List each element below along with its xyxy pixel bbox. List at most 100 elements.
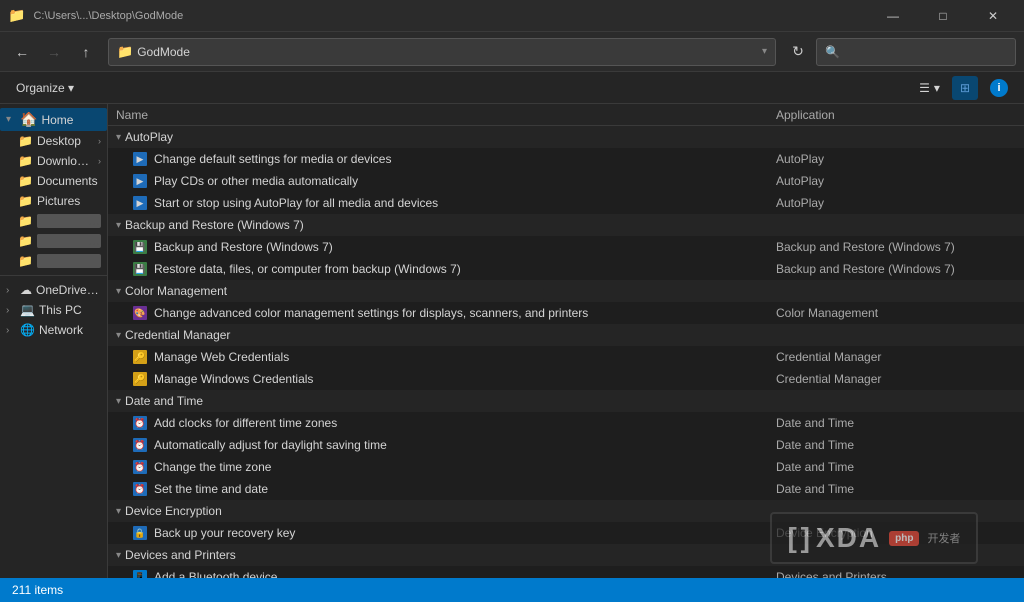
address-text: GodMode	[137, 45, 762, 59]
list-item[interactable]: 🔑 Manage Web Credentials Credential Mana…	[108, 346, 1024, 368]
organize-button[interactable]: Organize ▾	[8, 76, 82, 100]
sidebar-item-thispc[interactable]: › 💻 This PC	[0, 300, 107, 320]
list-item[interactable]: 💾 Restore data, files, or computer from …	[108, 258, 1024, 280]
expand-icon: ›	[6, 305, 16, 316]
section-backup[interactable]: ▾ Backup and Restore (Windows 7)	[108, 214, 1024, 236]
sidebar-item-blurred1[interactable]: 📁 ████████	[0, 211, 107, 231]
layout-button[interactable]: ⊞	[952, 76, 978, 100]
main-layout: ▾ 🏠 Home 📁 Desktop › 📁 Downloads › 📁 Doc…	[0, 104, 1024, 578]
item-icon: 🎨	[132, 305, 148, 321]
refresh-button[interactable]: ↻	[784, 38, 812, 66]
app-column-header[interactable]: Application	[776, 108, 1016, 122]
forward-button[interactable]: →	[40, 38, 68, 66]
list-item[interactable]: 💾 Backup and Restore (Windows 7) Backup …	[108, 236, 1024, 258]
sidebar-item-blurred3[interactable]: 📁 ████	[0, 251, 107, 271]
section-chevron-deviceenc: ▾	[116, 506, 121, 517]
autoplay-icon: ▶	[133, 174, 147, 188]
section-datetime[interactable]: ▾ Date and Time	[108, 390, 1024, 412]
section-deviceenc[interactable]: ▾ Device Encryption	[108, 500, 1024, 522]
blurred-label-3: ████	[37, 254, 101, 268]
credential-icon: 🔑	[133, 372, 147, 386]
pc-icon: 💻	[20, 303, 35, 317]
cloud-icon: ☁	[20, 283, 32, 297]
address-bar[interactable]: 📁 GodMode ▾	[108, 38, 776, 66]
section-chevron-autoplay: ▾	[116, 132, 121, 143]
section-chevron-backup: ▾	[116, 220, 121, 231]
blurred-label-1: ████████	[37, 214, 101, 228]
name-column-header[interactable]: Name	[116, 108, 776, 122]
sidebar-item-home[interactable]: ▾ 🏠 Home	[0, 108, 107, 131]
datetime-icon: ⏰	[133, 460, 147, 474]
layout-icon: ⊞	[960, 81, 970, 95]
title-bar: 📁 C:\Users\...\Desktop\GodMode — □ ✕	[0, 0, 1024, 32]
list-item[interactable]: ⏰ Automatically adjust for daylight savi…	[108, 434, 1024, 456]
item-icon: ▶	[132, 195, 148, 211]
item-icon: 📱	[132, 569, 148, 578]
arrow-icon: ›	[98, 136, 101, 146]
list-header: Name Application	[108, 104, 1024, 126]
list-item[interactable]: 🔒 Back up your recovery key Device Encry…	[108, 522, 1024, 544]
home-icon: 🏠	[20, 111, 37, 128]
info-button[interactable]: i	[982, 76, 1016, 100]
close-button[interactable]: ✕	[970, 0, 1016, 32]
folder-icon: 📁	[18, 154, 33, 168]
list-item[interactable]: 🔑 Manage Windows Credentials Credential …	[108, 368, 1024, 390]
item-icon: 🔑	[132, 349, 148, 365]
search-bar[interactable]: 🔍	[816, 38, 1016, 66]
info-icon: i	[990, 79, 1008, 97]
section-devices[interactable]: ▾ Devices and Printers	[108, 544, 1024, 566]
list-item[interactable]: ▶ Change default settings for media or d…	[108, 148, 1024, 170]
datetime-icon: ⏰	[133, 416, 147, 430]
list-item[interactable]: ⏰ Add clocks for different time zones Da…	[108, 412, 1024, 434]
backup-icon: 💾	[133, 240, 147, 254]
section-color[interactable]: ▾ Color Management	[108, 280, 1024, 302]
blurred-label-2: ████████	[37, 234, 101, 248]
folder-icon: 📁	[18, 214, 33, 228]
up-button[interactable]: ↑	[72, 38, 100, 66]
view-dropdown-icon: ▾	[934, 81, 940, 95]
folder-icon: 📁	[18, 194, 33, 208]
sidebar-item-downloads[interactable]: 📁 Downloads ›	[0, 151, 107, 171]
list-item[interactable]: ⏰ Set the time and date Date and Time	[108, 478, 1024, 500]
sidebar-item-pictures[interactable]: 📁 Pictures	[0, 191, 107, 211]
list-item[interactable]: 🎨 Change advanced color management setti…	[108, 302, 1024, 324]
list-item[interactable]: 📱 Add a Bluetooth device Devices and Pri…	[108, 566, 1024, 578]
command-bar: Organize ▾ ☰ ▾ ⊞ i	[0, 72, 1024, 104]
title-path: C:\Users\...\Desktop\GodMode	[33, 10, 183, 22]
status-bar: 211 items	[0, 578, 1024, 602]
sidebar-item-onedrive[interactable]: › ☁ OneDrive - Personal	[0, 280, 107, 300]
item-icon: ⏰	[132, 481, 148, 497]
section-credential[interactable]: ▾ Credential Manager	[108, 324, 1024, 346]
search-icon: 🔍	[825, 45, 840, 59]
view-button[interactable]: ☰ ▾	[911, 76, 948, 100]
section-chevron-credential: ▾	[116, 330, 121, 341]
list-item[interactable]: ⏰ Change the time zone Date and Time	[108, 456, 1024, 478]
address-dropdown-icon[interactable]: ▾	[762, 46, 767, 57]
backup-icon: 💾	[133, 262, 147, 276]
sidebar-item-documents[interactable]: 📁 Documents	[0, 171, 107, 191]
content-area: Name Application ▾ AutoPlay ▶ Change def…	[108, 104, 1024, 578]
section-autoplay[interactable]: ▾ AutoPlay	[108, 126, 1024, 148]
section-chevron-devices: ▾	[116, 550, 121, 561]
list-item[interactable]: ▶ Play CDs or other media automatically …	[108, 170, 1024, 192]
item-icon: ⏰	[132, 459, 148, 475]
network-icon: 🌐	[20, 323, 35, 337]
back-button[interactable]: ←	[8, 38, 36, 66]
expand-icon: ›	[6, 285, 16, 296]
list-item[interactable]: ▶ Start or stop using AutoPlay for all m…	[108, 192, 1024, 214]
credential-icon: 🔑	[133, 350, 147, 364]
folder-icon: 📁	[18, 174, 33, 188]
datetime-icon: ⏰	[133, 438, 147, 452]
sidebar-item-network[interactable]: › 🌐 Network	[0, 320, 107, 340]
item-icon: 🔒	[132, 525, 148, 541]
details-view-icon: ☰	[919, 81, 930, 95]
item-icon: 💾	[132, 239, 148, 255]
expand-icon: ›	[6, 325, 16, 336]
minimize-button[interactable]: —	[870, 0, 916, 32]
sidebar: ▾ 🏠 Home 📁 Desktop › 📁 Downloads › 📁 Doc…	[0, 104, 108, 578]
autoplay-icon: ▶	[133, 196, 147, 210]
maximize-button[interactable]: □	[920, 0, 966, 32]
sidebar-item-blurred2[interactable]: 📁 ████████	[0, 231, 107, 251]
sidebar-item-desktop[interactable]: 📁 Desktop ›	[0, 131, 107, 151]
item-icon: ▶	[132, 151, 148, 167]
